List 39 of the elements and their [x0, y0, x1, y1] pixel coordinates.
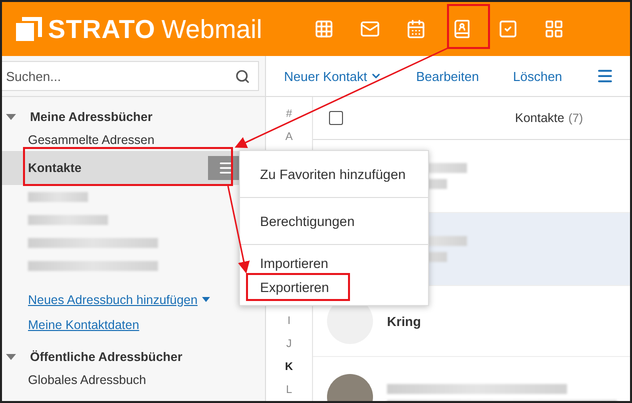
letter-index-link[interactable]: J	[286, 332, 292, 356]
search-icon[interactable]	[235, 68, 250, 84]
addressbook-item[interactable]: Globales Adressbuch	[2, 369, 265, 391]
section-title: Öffentliche Adressbücher	[30, 350, 182, 364]
brand-name: STRATO	[48, 14, 156, 44]
search-input[interactable]: Suchen...	[4, 68, 235, 84]
letter-index-link[interactable]: A	[285, 126, 293, 149]
letter-index-link[interactable]: I	[287, 309, 291, 332]
link[interactable]: Meine Kontaktdaten	[28, 318, 140, 332]
logo-icon	[16, 17, 42, 41]
mail-icon[interactable]	[360, 19, 380, 39]
menu-item[interactable]: Importieren	[240, 251, 428, 275]
menu-item[interactable]: Berechtigungen	[240, 204, 428, 238]
list-title: Kontakte	[515, 111, 564, 125]
edit-button[interactable]: Bearbeiten	[416, 68, 479, 84]
app-grid-icon[interactable]	[314, 19, 334, 39]
contact-count: (7)	[568, 111, 584, 125]
product-name: Webmail	[161, 14, 262, 44]
tiles-icon[interactable]	[544, 19, 564, 39]
checkbox-icon[interactable]	[498, 19, 518, 39]
dropdown-caret-icon[interactable]	[202, 297, 210, 302]
section-title: Meine Adressbücher	[30, 110, 152, 124]
search-field[interactable]: Suchen...	[2, 61, 259, 91]
letter-index-link[interactable]: L	[286, 378, 292, 401]
highlight-frame	[447, 4, 490, 49]
select-all-checkbox[interactable]	[329, 111, 343, 125]
menu-icon[interactable]	[596, 67, 614, 85]
letter-index-link[interactable]: K	[285, 355, 293, 378]
link[interactable]: Neues Adressbuch hinzufügen	[28, 292, 198, 306]
calendar-icon[interactable]	[406, 19, 426, 39]
delete-button[interactable]: Löschen	[513, 68, 562, 84]
contact-name: Kring	[387, 314, 421, 328]
expand-caret-icon[interactable]	[6, 354, 16, 360]
addressbook-item[interactable]: Gesammelte Adressen	[2, 129, 265, 151]
new-contact-button[interactable]: Neuer Kontakt	[284, 68, 382, 84]
menu-icon	[218, 160, 234, 176]
expand-caret-icon[interactable]	[6, 114, 16, 120]
contacts-icon[interactable]	[452, 19, 472, 39]
letter-index-link[interactable]: #	[286, 103, 292, 126]
